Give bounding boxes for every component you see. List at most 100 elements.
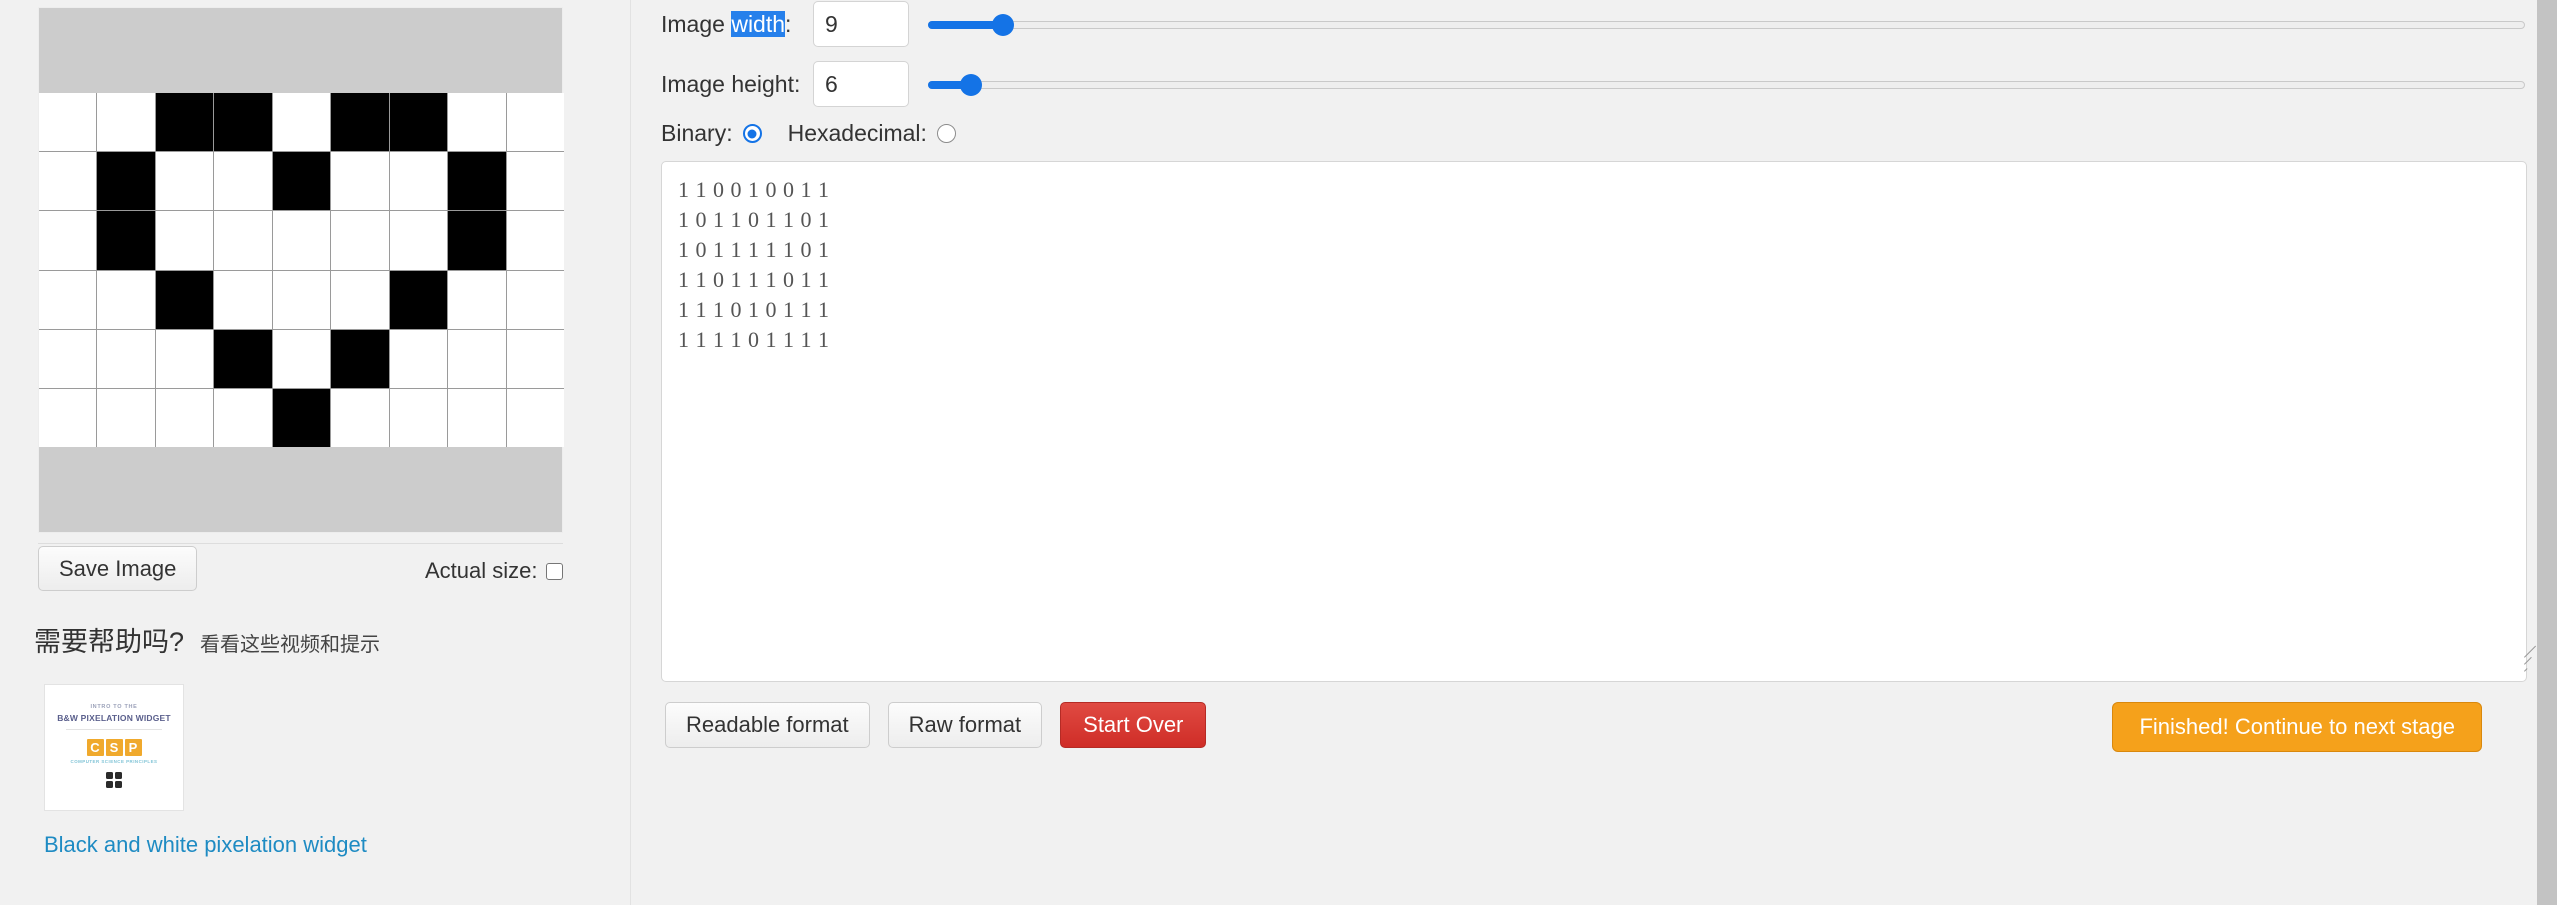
pixel-cell[interactable] [448, 329, 506, 388]
page-scrollbar-thumb[interactable] [2537, 0, 2557, 905]
pixel-cell[interactable] [448, 152, 506, 211]
pixel-grid[interactable] [39, 93, 564, 447]
image-height-label: Image height: [661, 70, 801, 97]
readable-format-button[interactable]: Readable format [665, 702, 870, 748]
pixel-cell[interactable] [214, 93, 272, 152]
image-height-slider[interactable] [928, 67, 2525, 103]
pixel-cell[interactable] [155, 388, 214, 447]
pixel-cell[interactable] [214, 152, 272, 211]
pixel-cell[interactable] [506, 93, 564, 152]
pixel-cell[interactable] [506, 388, 564, 447]
help-section: 需要帮助吗? 看看这些视频和提示 [34, 620, 380, 659]
pixel-cell[interactable] [272, 93, 331, 152]
pixel-cell[interactable] [448, 93, 506, 152]
image-width-row: Image width: [661, 1, 909, 47]
pixel-cell[interactable] [155, 152, 214, 211]
image-width-slider-track[interactable] [928, 21, 2525, 29]
image-width-label: Image width: [661, 10, 813, 38]
page-scrollbar[interactable] [2537, 0, 2557, 905]
pixel-cell[interactable] [272, 329, 331, 388]
pixel-cell[interactable] [389, 93, 448, 152]
pixel-cell[interactable] [272, 388, 331, 447]
help-title: 需要帮助吗? [34, 627, 185, 657]
pixel-cell[interactable] [331, 329, 389, 388]
format-radio-group: Binary: Hexadecimal: [661, 120, 956, 147]
pixel-cell[interactable] [39, 388, 97, 447]
pixel-cell[interactable] [214, 270, 272, 329]
image-width-input[interactable] [813, 1, 909, 47]
pixel-cell[interactable] [97, 93, 155, 152]
pixel-cell[interactable] [272, 152, 331, 211]
left-panel: Save Image Actual size: 需要帮助吗? 看看这些视频和提示… [0, 0, 630, 905]
pixel-cell[interactable] [39, 329, 97, 388]
actual-size-control[interactable]: Actual size: [425, 558, 563, 584]
image-height-input[interactable] [813, 61, 909, 107]
pixel-cell[interactable] [448, 388, 506, 447]
actual-size-checkbox[interactable] [545, 562, 563, 580]
pixel-cell[interactable] [97, 270, 155, 329]
codeorg-logo-icon [106, 772, 122, 788]
image-height-slider-track[interactable] [928, 81, 2525, 89]
pixel-cell[interactable] [331, 270, 389, 329]
image-width-label-prefix: Image [661, 10, 732, 37]
pixel-cell[interactable] [214, 388, 272, 447]
left-panel-divider [38, 543, 563, 544]
image-width-label-selected-word: width [731, 10, 786, 37]
pixel-cell[interactable] [448, 270, 506, 329]
binary-label: Binary: [661, 120, 733, 146]
image-width-slider-thumb[interactable] [992, 14, 1014, 36]
pixel-cell[interactable] [389, 270, 448, 329]
pixel-cell[interactable] [506, 211, 564, 270]
right-panel: Image width: Image height: Binary: Hexad… [631, 0, 2537, 905]
pixel-cell[interactable] [39, 93, 97, 152]
pixelation-widget-link[interactable]: Black and white pixelation widget [44, 832, 367, 858]
pixel-cell[interactable] [39, 211, 97, 270]
binary-data-textarea[interactable]: 1 1 0 0 1 0 0 1 1 1 0 1 1 0 1 1 0 1 1 0 … [661, 161, 2527, 682]
thumbnail-rule [66, 729, 162, 730]
pixel-cell[interactable] [272, 270, 331, 329]
save-image-button[interactable]: Save Image [38, 546, 198, 592]
pixel-cell[interactable] [214, 329, 272, 388]
pixel-cell[interactable] [506, 152, 564, 211]
pixel-cell[interactable] [506, 329, 564, 388]
pixel-cell[interactable] [331, 211, 389, 270]
raw-format-button[interactable]: Raw format [887, 702, 1043, 748]
pixel-cell[interactable] [331, 152, 389, 211]
image-width-label-suffix: : [785, 10, 792, 37]
pixel-cell[interactable] [155, 93, 214, 152]
pixel-cell[interactable] [389, 152, 448, 211]
format-button-group: Readable format Raw format Start Over [665, 702, 1207, 748]
pixel-cell[interactable] [97, 388, 155, 447]
start-over-button[interactable]: Start Over [1060, 702, 1207, 748]
pixel-cell[interactable] [155, 270, 214, 329]
hexadecimal-label: Hexadecimal: [787, 120, 927, 146]
pixel-cell[interactable] [331, 388, 389, 447]
pixel-cell[interactable] [155, 211, 214, 270]
pixel-cell[interactable] [272, 211, 331, 270]
thumbnail-intro-text: INTRO TO THE [90, 704, 138, 710]
pixel-cell[interactable] [155, 329, 214, 388]
pixelation-widget-page: Save Image Actual size: 需要帮助吗? 看看这些视频和提示… [0, 0, 2557, 905]
hexadecimal-radio[interactable] [936, 124, 956, 143]
pixel-cell[interactable] [97, 152, 155, 211]
pixel-cell[interactable] [331, 93, 389, 152]
pixel-cell[interactable] [97, 329, 155, 388]
pixel-cell[interactable] [39, 152, 97, 211]
pixel-cell[interactable] [506, 270, 564, 329]
action-bar: Readable format Raw format Start Over Fi… [631, 702, 2537, 762]
finished-continue-button[interactable]: Finished! Continue to next stage [2112, 702, 2482, 752]
csp-letter-s: S [105, 739, 123, 756]
pixel-cell[interactable] [97, 211, 155, 270]
image-width-slider[interactable] [928, 7, 2525, 43]
image-preview-canvas[interactable] [38, 7, 564, 533]
csp-letter-c: C [86, 739, 104, 756]
pixel-cell[interactable] [389, 211, 448, 270]
video-thumbnail[interactable]: INTRO TO THE B&W PIXELATION WIDGET C S P… [44, 684, 184, 811]
pixel-cell[interactable] [214, 211, 272, 270]
pixel-cell[interactable] [389, 329, 448, 388]
pixel-cell[interactable] [39, 270, 97, 329]
pixel-cell[interactable] [389, 388, 448, 447]
image-height-slider-thumb[interactable] [960, 74, 982, 96]
pixel-cell[interactable] [448, 211, 506, 270]
binary-radio[interactable] [742, 124, 762, 143]
